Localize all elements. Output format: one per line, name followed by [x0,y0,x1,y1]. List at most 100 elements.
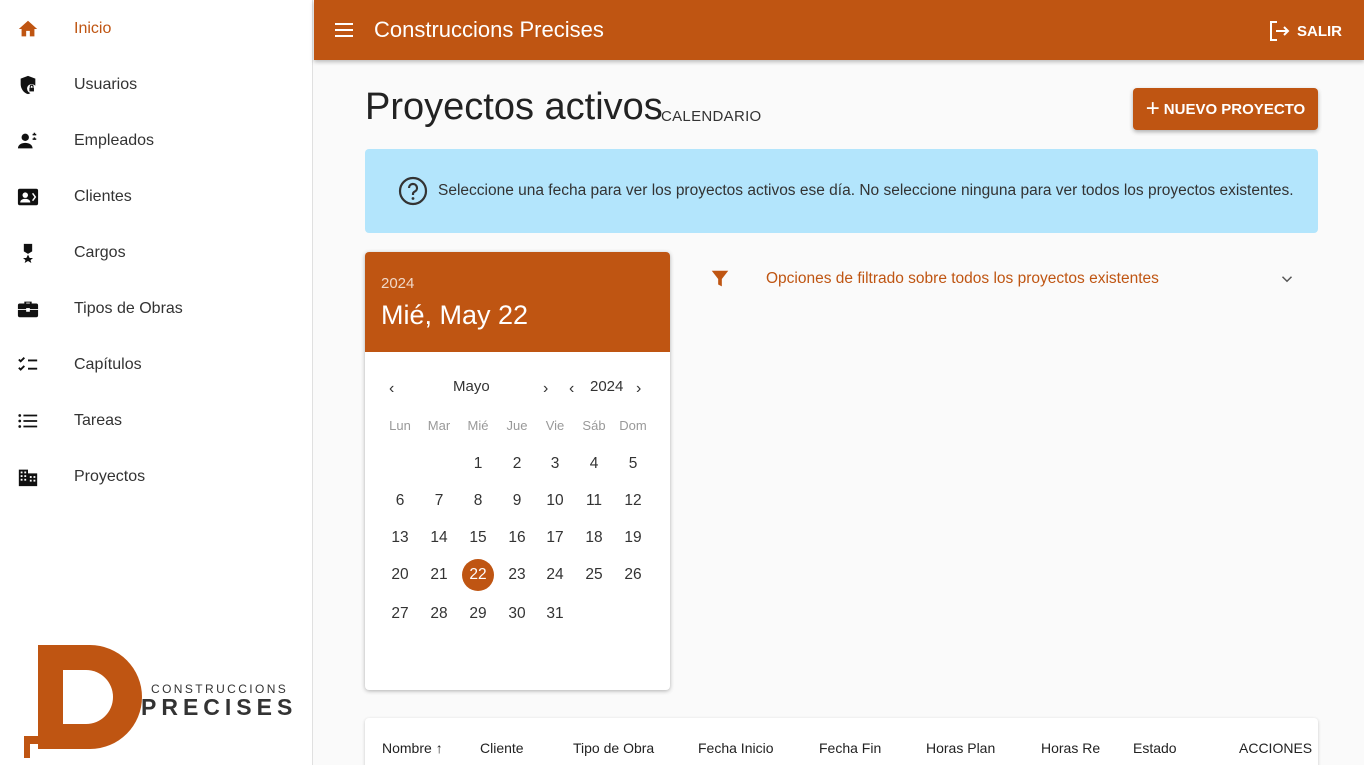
projects-table: Nombre ↑ Cliente Tipo de Obra Fecha Inic… [365,718,1318,765]
sidebar: Inicio Usuarios Empleados Clientes Cargo… [0,0,313,765]
calendar-day[interactable]: 6 [384,485,416,517]
year-label[interactable]: 2024 [590,378,623,395]
column-header-horas-plan[interactable]: Horas Plan [926,740,995,756]
calendar-day[interactable]: 9 [501,485,533,517]
calendar-day[interactable]: 29 [462,598,494,630]
logout-label: SALIR [1297,22,1342,40]
sidebar-item-label: Empleados [74,132,155,149]
calendar-day[interactable]: 25 [578,559,610,591]
calendar-day[interactable]: 15 [462,522,494,554]
app-title: Construccions Precises [374,17,604,42]
selected-year[interactable]: 2024 [381,275,414,292]
weekday-label: Sáb [582,418,606,433]
column-header-nombre[interactable]: Nombre ↑ [382,740,443,756]
calendar-day[interactable]: 4 [578,448,610,480]
prev-month-icon[interactable]: ‹ [389,380,394,398]
logout-button[interactable]: SALIR [1267,18,1342,44]
medal-icon [16,241,40,265]
calendar-day[interactable]: 27 [384,598,416,630]
calendar-day[interactable]: 13 [384,522,416,554]
sidebar-item-proyectos[interactable]: Proyectos [0,449,313,505]
sidebar-item-label: Tipos de Obras [74,300,183,317]
sidebar-item-label: Clientes [74,188,132,205]
home-icon [16,17,40,41]
next-year-icon[interactable]: › [636,380,641,398]
sort-arrow-up-icon: ↑ [435,740,443,756]
calendar-day[interactable]: 11 [578,485,610,517]
calendar-day[interactable]: 10 [539,485,571,517]
info-banner: Seleccione una fecha para ver los proyec… [365,149,1318,233]
sidebar-item-tipos-de-obras[interactable]: Tipos de Obras [0,281,313,337]
sidebar-item-label: Inicio [74,20,112,37]
calendar-day[interactable]: 8 [462,485,494,517]
calendar-day[interactable]: 19 [617,522,649,554]
column-header-horas-reales[interactable]: Horas Re [1041,740,1100,756]
column-header-fecha-inicio[interactable]: Fecha Inicio [698,740,773,756]
calendar-day[interactable]: 5 [617,448,649,480]
weekday-label: Mié [467,418,489,433]
month-label[interactable]: Mayo [453,378,490,395]
column-header-fecha-fin[interactable]: Fecha Fin [819,740,881,756]
calendar-day-selected[interactable]: 22 [462,559,494,591]
next-month-icon[interactable]: › [543,380,548,398]
calendar-day[interactable]: 16 [501,522,533,554]
logout-icon [1270,21,1290,41]
plus-icon: + [1145,95,1160,122]
employees-icon [16,129,40,153]
checklist-icon [16,353,40,377]
toolbox-icon [16,297,40,321]
calendar-day[interactable]: 31 [539,598,571,630]
date-picker-header: 2024 Mié, May 22 [365,252,670,352]
weekday-label: Jue [506,418,528,433]
calendar-day[interactable]: 17 [539,522,571,554]
sidebar-item-capitulos[interactable]: Capítulos [0,337,313,393]
top-app-bar: Construccions Precises SALIR [314,0,1364,60]
filter-panel-toggle[interactable]: Opciones de filtrado sobre todos los pro… [697,258,1318,300]
calendar-day[interactable]: 3 [539,448,571,480]
column-label: Nombre [382,740,432,756]
calendar-day[interactable]: 20 [384,559,416,591]
logo-text-bottom: PRECISES [141,694,298,720]
building-icon [16,465,40,489]
page-subtitle: CALENDARIO [661,108,762,125]
calendar-day[interactable]: 1 [462,448,494,480]
help-circle-icon [398,176,428,206]
sidebar-item-usuarios[interactable]: Usuarios [0,57,313,113]
column-header-acciones: ACCIONES [1239,740,1313,756]
column-header-tipo-de-obra[interactable]: Tipo de Obra [573,740,654,756]
calendar-day[interactable]: 24 [539,559,571,591]
column-header-estado[interactable]: Estado [1133,740,1177,756]
calendar-day[interactable]: 23 [501,559,533,591]
weekday-label: Dom [619,418,647,433]
column-header-cliente[interactable]: Cliente [480,740,524,756]
calendar-day[interactable]: 21 [423,559,455,591]
sidebar-item-tareas[interactable]: Tareas [0,393,313,449]
calendar-day[interactable]: 12 [617,485,649,517]
prev-year-icon[interactable]: ‹ [569,380,574,398]
shield-lock-icon [16,73,40,97]
page-title: Proyectos activos [365,86,663,128]
calendar-day[interactable]: 28 [423,598,455,630]
calendar-day[interactable]: 2 [501,448,533,480]
calendar-day[interactable]: 18 [578,522,610,554]
filter-label: Opciones de filtrado sobre todos los pro… [766,270,1159,287]
calendar-day[interactable]: 30 [501,598,533,630]
calendar-day[interactable]: 26 [617,559,649,591]
sidebar-item-label: Tareas [74,412,123,429]
calendar-day[interactable]: 14 [423,522,455,554]
sidebar-item-label: Cargos [74,244,126,261]
calendar-day[interactable]: 7 [423,485,455,517]
menu-icon[interactable] [332,18,356,42]
sidebar-item-cargos[interactable]: Cargos [0,225,313,281]
new-project-button[interactable]: + NUEVO PROYECTO [1133,88,1318,130]
sidebar-item-label: Proyectos [74,468,146,485]
sidebar-item-inicio[interactable]: Inicio [0,1,313,57]
sidebar-item-clientes[interactable]: Clientes [0,169,313,225]
filter-icon [711,270,729,287]
sidebar-item-empleados[interactable]: Empleados [0,113,313,169]
sidebar-item-label: Usuarios [74,76,138,93]
weekday-label: Vie [545,418,565,433]
weekday-label: Mar [427,418,451,433]
date-picker: 2024 Mié, May 22 ‹ Mayo › ‹ 2024 › Lun Ma… [365,252,670,690]
chevron-down-icon [1281,276,1293,283]
